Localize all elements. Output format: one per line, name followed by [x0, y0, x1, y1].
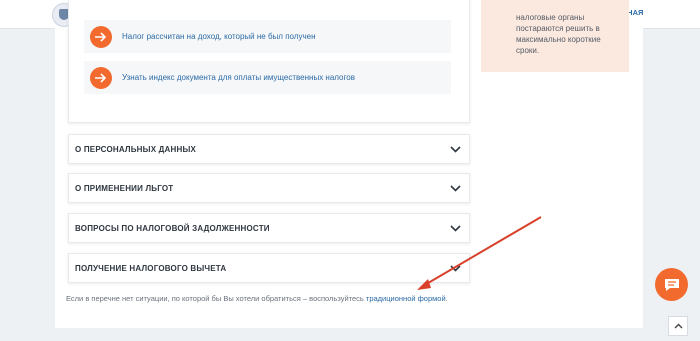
scroll-top-button[interactable]: [668, 316, 688, 336]
accordion-benefits[interactable]: О ПРИМЕНЕНИИ ЛЬГОТ: [68, 173, 470, 203]
accordion-title: О ПРИМЕНЕНИИ ЛЬГОТ: [75, 183, 174, 193]
arrow-right-icon: [90, 66, 112, 89]
accordion-title: ПОЛУЧЕНИЕ НАЛОГОВОГО ВЫЧЕТА: [75, 263, 227, 273]
chevron-down-icon: [450, 145, 461, 153]
link-income-not-received[interactable]: Налог рассчитан на доход, который не был…: [84, 20, 451, 53]
chevron-down-icon: [450, 184, 461, 192]
info-text: налоговые органы постараются решить в ма…: [516, 13, 601, 55]
chevron-down-icon: [450, 264, 461, 272]
chevron-up-icon: [674, 323, 682, 329]
accordion-title: ВОПРОСЫ ПО НАЛОГОВОЙ ЗАДОЛЖЕННОСТИ: [75, 223, 270, 233]
accordion-personal-data[interactable]: О ПЕРСОНАЛЬНЫХ ДАННЫХ: [68, 134, 470, 164]
footnote-end: .: [445, 294, 448, 303]
accordion-title: О ПЕРСОНАЛЬНЫХ ДАННЫХ: [75, 144, 197, 154]
traditional-form-link[interactable]: традиционной формой: [366, 294, 446, 303]
accordion-tax-deduction[interactable]: ПОЛУЧЕНИЕ НАЛОГОВОГО ВЫЧЕТА: [68, 253, 470, 283]
footnote: Если в перечне нет ситуации, по которой …: [66, 294, 448, 303]
chat-icon: [664, 278, 679, 291]
footnote-text: Если в перечне нет ситуации, по которой …: [66, 294, 366, 303]
arrow-right-icon: [90, 25, 112, 48]
chat-button[interactable]: [655, 268, 688, 301]
link-label: Узнать индекс документа для оплаты имуще…: [122, 73, 355, 82]
link-document-index[interactable]: Узнать индекс документа для оплаты имуще…: [84, 61, 451, 94]
chevron-down-icon: [450, 224, 461, 232]
link-label: Налог рассчитан на доход, который не был…: [122, 32, 316, 41]
accordion-tax-debt[interactable]: ВОПРОСЫ ПО НАЛОГОВОЙ ЗАДОЛЖЕННОСТИ: [68, 213, 470, 243]
